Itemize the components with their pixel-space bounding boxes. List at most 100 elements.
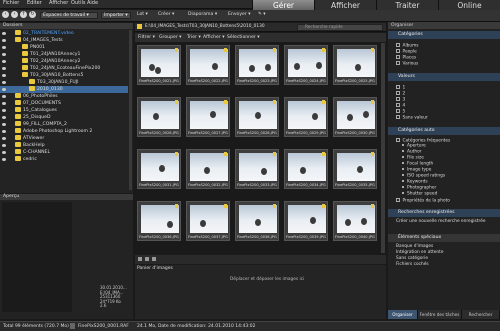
folder-tree-item[interactable]: 06_PhotoPhiles	[0, 93, 128, 100]
auto-category-item[interactable]: Shutter speed	[402, 192, 437, 197]
visibility-icon[interactable]	[2, 38, 6, 42]
visibility-icon[interactable]	[2, 150, 6, 154]
auto-category-item[interactable]: Propriétés de la photo	[396, 198, 450, 204]
flag-icon[interactable]	[273, 204, 276, 208]
auto-categories-header[interactable]: Catégories auto	[388, 127, 500, 135]
thumbnail[interactable]: FinePixS200_0029.JPG	[284, 97, 328, 137]
flag-icon[interactable]	[371, 152, 374, 156]
thumbnail[interactable]: FinePixS200_0025.JPG	[333, 45, 377, 85]
flag-icon[interactable]	[273, 48, 276, 52]
thumbnail[interactable]: FinePixS200_0034.JPG	[284, 149, 328, 189]
thumbnail[interactable]: FinePixS200_0028.JPG	[235, 97, 279, 137]
folder-tree-item[interactable]: BackHelp	[0, 142, 128, 149]
menu-editer[interactable]: Éditer	[27, 0, 42, 7]
folder-tree-item[interactable]: ATViewer	[0, 135, 128, 142]
thumbnail[interactable]: FinePixS200_0031.JPG	[137, 149, 181, 189]
visibility-icon[interactable]	[2, 87, 6, 91]
category-item[interactable]: Various	[396, 61, 418, 67]
folder-tree-item[interactable]: PN001	[0, 44, 128, 51]
folders-scrollbar[interactable]	[129, 30, 132, 190]
tray-icon[interactable]	[145, 257, 149, 261]
flag-icon[interactable]	[322, 204, 325, 208]
visibility-icon[interactable]	[2, 59, 6, 63]
afficher-button[interactable]: Afficher ▾	[203, 35, 225, 40]
special-item[interactable]: Fichiers cochés	[396, 262, 429, 268]
back-icon[interactable]: ‹	[2, 11, 9, 18]
visibility-icon[interactable]	[2, 45, 6, 49]
thumbnail[interactable]: FinePixS200_0040.JPG	[333, 201, 377, 241]
thumbnail[interactable]: FinePixS200_0026.JPG	[137, 97, 181, 137]
visibility-icon[interactable]	[2, 94, 6, 98]
flag-icon[interactable]	[224, 100, 227, 104]
menu-aide[interactable]: Aide	[87, 0, 98, 7]
folder-tree-item[interactable]: 99_FILL_COMPTA_2	[0, 121, 128, 128]
saved-searches-header[interactable]: Recherches enregistrées	[388, 209, 500, 217]
tab-rechercher[interactable]: Rechercher	[462, 310, 500, 319]
thumbnail[interactable]: FinePixS200_0027.JPG	[186, 97, 230, 137]
visibility-icon[interactable]	[2, 136, 6, 140]
flag-icon[interactable]	[175, 100, 178, 104]
forward-icon[interactable]: ›	[11, 11, 18, 18]
visibility-icon[interactable]	[2, 143, 6, 147]
folder-tree-item[interactable]: 02_TRAITEMENT.video	[0, 30, 128, 37]
menu-afficher[interactable]: Afficher	[49, 0, 68, 7]
thumbnail[interactable]: FinePixS200_0030.JPG	[333, 97, 377, 137]
thumbnail[interactable]: FinePixS200_0039.JPG	[284, 201, 328, 241]
importer-dropdown[interactable]: Importer ▾	[101, 12, 131, 19]
envoyer-button[interactable]: Envoyer ▾	[228, 12, 251, 17]
flag-icon[interactable]	[175, 152, 178, 156]
edit-icon[interactable]: ✎ ▾	[258, 12, 266, 17]
folder-tree-item[interactable]: 25_DisqueD	[0, 114, 128, 121]
flag-icon[interactable]	[273, 152, 276, 156]
folder-tree-item[interactable]: 04_IMAGES_Tests	[0, 37, 128, 44]
flag-icon[interactable]	[224, 48, 227, 52]
visibility-icon[interactable]	[2, 101, 6, 105]
visibility-icon[interactable]	[2, 66, 6, 70]
thumbnail[interactable]: FinePixS200_0033.JPG	[235, 149, 279, 189]
visibility-icon[interactable]	[2, 122, 6, 126]
thumbnail[interactable]: FinePixS200_0038.JPG	[235, 201, 279, 241]
flag-icon[interactable]	[175, 48, 178, 52]
visibility-icon[interactable]	[2, 108, 6, 112]
ratings-header[interactable]: Valeurs	[388, 73, 500, 81]
thumbnail[interactable]: FinePixS200_0036.JPG	[137, 201, 181, 241]
flag-icon[interactable]	[175, 204, 178, 208]
folder-tree-item[interactable]: T03_30JAN10_Bottens5	[0, 72, 128, 79]
tray-icon[interactable]	[138, 257, 142, 261]
thumbnail[interactable]: FinePixS200_0022.JPG	[186, 45, 230, 85]
flag-icon[interactable]	[371, 204, 374, 208]
visibility-icon[interactable]	[2, 52, 6, 56]
menu-fichier[interactable]: Fichier	[3, 0, 19, 7]
folder-tree-item[interactable]: T02_24JAN10Annecy2	[0, 58, 128, 65]
creer-button[interactable]: Créer ▾	[158, 12, 174, 17]
new-saved-search[interactable]: Créer une nouvelle recherche enregistrée	[396, 219, 486, 225]
visibility-icon[interactable]	[2, 73, 6, 77]
folder-tree-item[interactable]: T02_24JAN_EcoteauFinePix200	[0, 65, 128, 72]
flag-icon[interactable]	[224, 152, 227, 156]
special-items-header[interactable]: Éléments spéciaux	[388, 234, 500, 242]
folder-tree-item[interactable]: 15_Catalogues	[0, 107, 128, 114]
visibility-icon[interactable]	[2, 31, 6, 35]
thumbnail[interactable]: FinePixS200_0037.JPG	[186, 201, 230, 241]
up-icon[interactable]: ↑	[20, 11, 27, 18]
visibility-icon[interactable]	[2, 129, 6, 133]
flag-icon[interactable]	[322, 100, 325, 104]
categories-header[interactable]: Catégories	[388, 31, 500, 39]
rating-item[interactable]: Sans valeur	[396, 115, 428, 121]
visibility-icon[interactable]	[2, 157, 6, 161]
folder-tree-item[interactable]: Adobe Photoshop Lightroom 2	[0, 128, 128, 135]
lot-button[interactable]: Lot ▾	[137, 12, 148, 17]
flag-icon[interactable]	[224, 204, 227, 208]
folder-tree-item[interactable]: C-CHANNEL	[0, 149, 128, 156]
visibility-icon[interactable]	[2, 115, 6, 119]
flag-icon[interactable]	[371, 100, 374, 104]
thumbnail[interactable]: FinePixS200_0024.JPG	[284, 45, 328, 85]
diaporama-button[interactable]: Diaporama ▾	[188, 12, 217, 17]
quick-search-input[interactable]: Recherche rapide	[297, 24, 383, 31]
visibility-icon[interactable]	[2, 80, 6, 84]
path-text[interactable]: E:\04_IMAGES_Tests\T03_30JAN10_Bottens5\…	[145, 24, 265, 30]
flag-icon[interactable]	[322, 48, 325, 52]
tray-icon[interactable]	[152, 257, 156, 261]
flag-icon[interactable]	[273, 100, 276, 104]
thumbnail-scrollbar[interactable]	[381, 43, 385, 253]
